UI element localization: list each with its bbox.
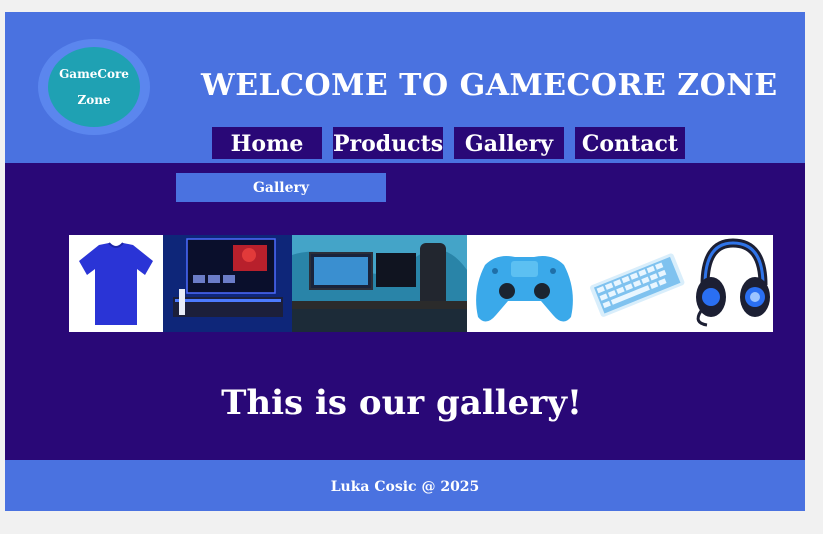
main-content: Gallery This is our gallery!: [5, 163, 805, 460]
nav-contact[interactable]: Contact: [575, 127, 685, 159]
page-title: WELCOME TO GAMECORE ZONE: [201, 68, 778, 103]
gallery-image-controller[interactable]: [467, 235, 582, 332]
footer: Luka Cosic @ 2025: [5, 460, 805, 511]
gallery-strip: [69, 235, 773, 332]
logo-line-1: GameCore: [59, 67, 129, 81]
gallery-tagline: This is our gallery!: [221, 383, 582, 423]
gallery-image-headset[interactable]: [689, 235, 773, 332]
header: GameCore Zone WELCOME TO GAMECORE ZONE H…: [5, 12, 805, 163]
gallery-image-tshirt[interactable]: [69, 235, 163, 332]
section-label-gallery[interactable]: Gallery: [176, 173, 386, 202]
gallery-image-keyboard[interactable]: [582, 235, 689, 332]
gallery-image-console-setup[interactable]: [163, 235, 292, 332]
logo[interactable]: GameCore Zone: [38, 39, 150, 135]
gallery-image-pc-desk[interactable]: [292, 235, 467, 332]
page: GameCore Zone WELCOME TO GAMECORE ZONE H…: [5, 12, 805, 511]
nav-products[interactable]: Products: [333, 127, 443, 159]
nav-gallery[interactable]: Gallery: [454, 127, 564, 159]
logo-line-2: Zone: [77, 93, 111, 107]
logo-badge: GameCore Zone: [48, 47, 140, 127]
nav-home[interactable]: Home: [212, 127, 322, 159]
